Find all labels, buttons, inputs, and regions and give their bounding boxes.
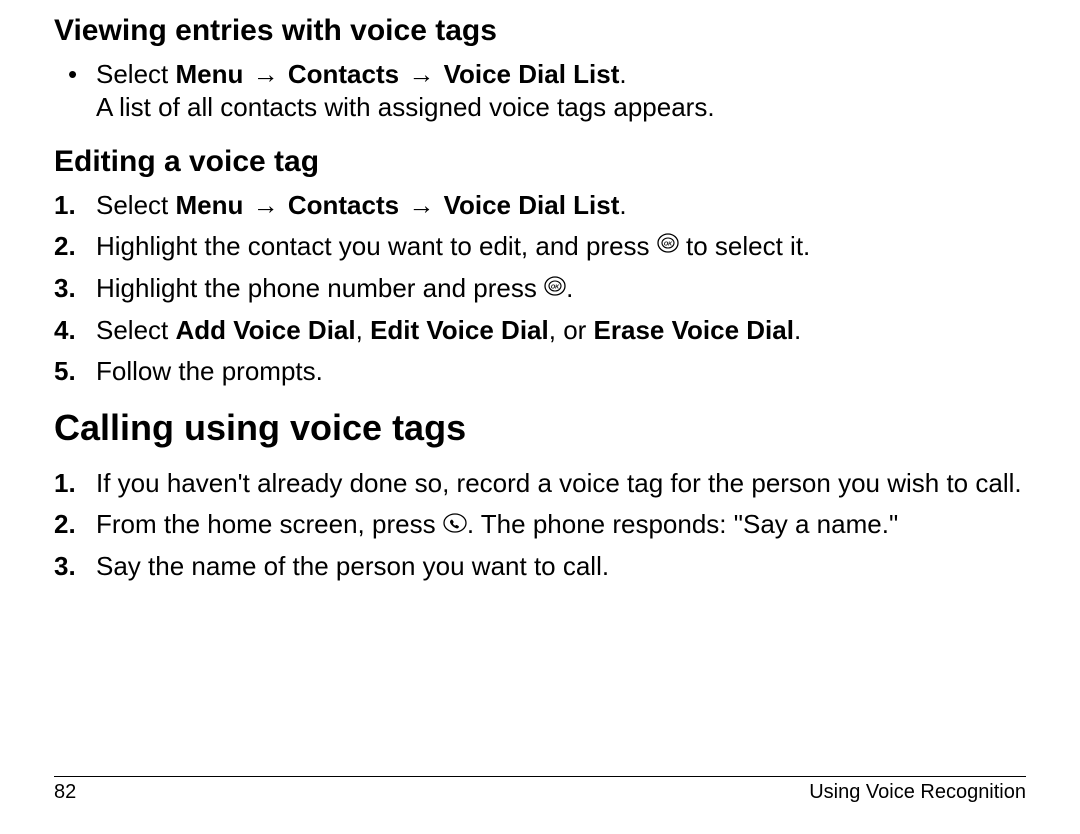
- heading-editing: Editing a voice tag: [54, 145, 1026, 179]
- list-item: 2. Highlight the contact you want to edi…: [54, 230, 1026, 264]
- text: Select: [96, 59, 176, 89]
- text: Select: [96, 315, 176, 345]
- list-item: 2. From the home screen, press . The pho…: [54, 508, 1026, 542]
- command: Erase Voice Dial: [594, 315, 794, 345]
- text: .: [619, 59, 626, 89]
- text: Highlight the contact you want to edit, …: [96, 231, 657, 261]
- text: , or: [549, 315, 594, 345]
- page-number: 82: [54, 781, 76, 804]
- step-number: 2.: [54, 230, 76, 263]
- menu-path: Menu → Contacts → Voice Dial List: [176, 59, 620, 89]
- arrow-icon: →: [406, 190, 436, 220]
- menu-path: Menu → Contacts → Voice Dial List: [176, 190, 620, 220]
- list-item: 5. Follow the prompts.: [54, 355, 1026, 388]
- svg-text:OK: OK: [664, 242, 673, 248]
- text: . The phone responds: "Say a name.": [467, 509, 898, 539]
- list-item: 1. Select Menu → Contacts → Voice Dial L…: [54, 189, 1026, 222]
- text: .: [566, 273, 573, 303]
- editing-steps: 1. Select Menu → Contacts → Voice Dial L…: [54, 189, 1026, 387]
- calling-steps: 1. If you haven't already done so, recor…: [54, 467, 1026, 582]
- text: to select it.: [679, 231, 811, 261]
- text: .: [794, 315, 801, 345]
- step-number: 3.: [54, 272, 76, 305]
- arrow-icon: →: [251, 59, 281, 89]
- step-number: 4.: [54, 314, 76, 347]
- text: A list of all contacts with assigned voi…: [96, 92, 715, 122]
- step-number: 1.: [54, 467, 76, 500]
- text: ,: [356, 315, 370, 345]
- step-number: 5.: [54, 355, 76, 388]
- arrow-icon: →: [251, 190, 281, 220]
- heading-viewing: Viewing entries with voice tags: [54, 14, 1026, 48]
- step-number: 1.: [54, 189, 76, 222]
- text: .: [619, 190, 626, 220]
- command: Edit Voice Dial: [370, 315, 549, 345]
- command: Add Voice Dial: [176, 315, 356, 345]
- text: If you haven't already done so, record a…: [96, 468, 1022, 498]
- list-item: 3. Highlight the phone number and press …: [54, 272, 1026, 306]
- text: Say the name of the person you want to c…: [96, 551, 609, 581]
- list-item: 4. Select Add Voice Dial, Edit Voice Dia…: [54, 314, 1026, 347]
- list-item: Select Menu → Contacts → Voice Dial List…: [54, 58, 1026, 123]
- text: Select: [96, 190, 176, 220]
- text: Highlight the phone number and press: [96, 273, 544, 303]
- list-item: 3. Say the name of the person you want t…: [54, 550, 1026, 583]
- page-footer: 82 Using Voice Recognition: [54, 776, 1026, 804]
- ok-key-icon: OK: [657, 229, 679, 262]
- text: From the home screen, press: [96, 509, 443, 539]
- heading-calling: Calling using voice tags: [54, 407, 1026, 449]
- arrow-icon: →: [406, 59, 436, 89]
- viewing-list: Select Menu → Contacts → Voice Dial List…: [54, 58, 1026, 123]
- section-title: Using Voice Recognition: [809, 781, 1026, 804]
- list-item: 1. If you haven't already done so, recor…: [54, 467, 1026, 500]
- call-key-icon: [443, 508, 467, 541]
- step-number: 3.: [54, 550, 76, 583]
- text: Follow the prompts.: [96, 356, 323, 386]
- ok-key-icon: OK: [544, 272, 566, 305]
- step-number: 2.: [54, 508, 76, 541]
- svg-text:OK: OK: [551, 284, 560, 290]
